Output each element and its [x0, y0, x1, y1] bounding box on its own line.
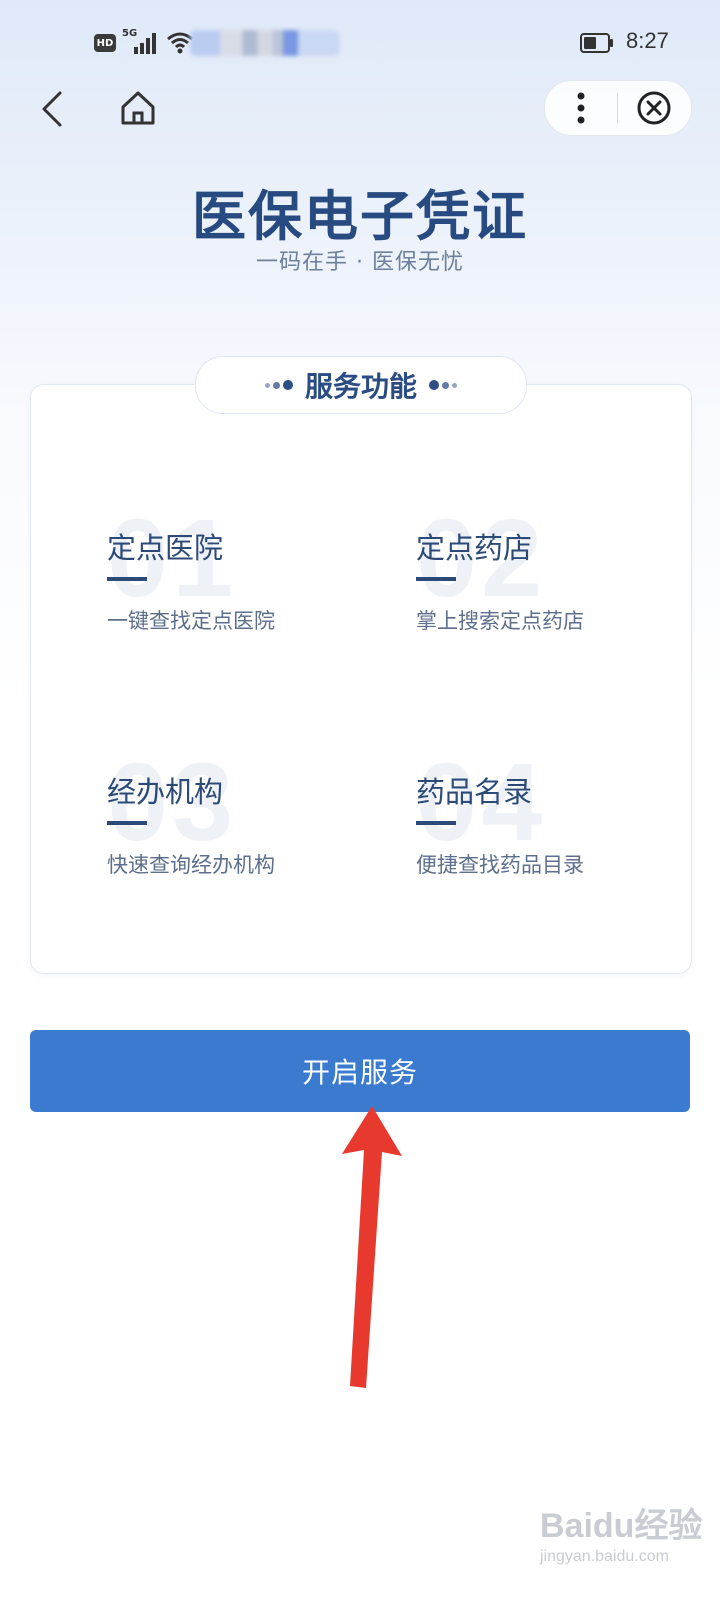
services-card: 01 定点医院 一键查找定点医院 02 定点药店 掌上搜索定点药店 03 经办机…	[30, 384, 692, 974]
feature-drug-catalog[interactable]: 04 药品名录 便捷查找药品目录	[416, 741, 676, 969]
feature-title: 药品名录	[416, 775, 533, 809]
back-button[interactable]	[30, 82, 74, 136]
feature-underline	[416, 577, 456, 581]
feature-title: 定点医院	[107, 531, 224, 565]
page-subtitle: 一码在手 · 医保无忧	[256, 250, 464, 275]
page-title: 医保电子凭证	[192, 185, 528, 248]
feature-designated-pharmacy[interactable]: 02 定点药店 掌上搜索定点药店	[416, 497, 676, 725]
dots-right-icon	[429, 380, 457, 390]
signal-icon	[134, 33, 156, 54]
feature-designated-hospital[interactable]: 01 定点医院 一键查找定点医院	[107, 497, 367, 725]
feature-agency[interactable]: 03 经办机构 快速查询经办机构	[107, 741, 367, 969]
blurred-carrier-info	[190, 30, 340, 56]
feature-description: 便捷查找药品目录	[416, 853, 584, 877]
hd-badge: HD	[94, 34, 116, 52]
more-vertical-icon	[577, 92, 585, 124]
feature-title: 经办机构	[107, 775, 224, 809]
chevron-left-icon	[42, 91, 62, 127]
close-circle-icon	[637, 91, 671, 125]
battery-icon	[580, 33, 613, 53]
feature-title: 定点药店	[416, 531, 533, 565]
section-header: 服务功能	[195, 356, 527, 414]
feature-description: 快速查询经办机构	[107, 853, 275, 877]
feature-underline	[416, 821, 456, 825]
feature-description: 掌上搜索定点药店	[416, 609, 584, 633]
home-button[interactable]	[114, 84, 162, 132]
watermark-logo-text: Baidu经验	[540, 1507, 703, 1545]
more-button[interactable]	[545, 81, 617, 135]
feature-underline	[107, 577, 147, 581]
close-button[interactable]	[618, 81, 690, 135]
watermark-url: jingyan.baidu.com	[540, 1548, 669, 1565]
status-bar: HD 5G 8:27	[0, 0, 720, 80]
feature-underline	[107, 821, 147, 825]
mini-program-capsule	[544, 80, 692, 136]
feature-description: 一键查找定点医院	[107, 609, 275, 633]
dots-left-icon	[264, 380, 293, 390]
home-icon	[121, 91, 155, 125]
section-title: 服务功能	[304, 370, 417, 403]
red-arrow-icon	[342, 1106, 402, 1388]
baidu-jingyan-watermark: Baidu经验 jingyan.baidu.com	[540, 1490, 710, 1580]
status-time: 8:27	[626, 28, 669, 53]
